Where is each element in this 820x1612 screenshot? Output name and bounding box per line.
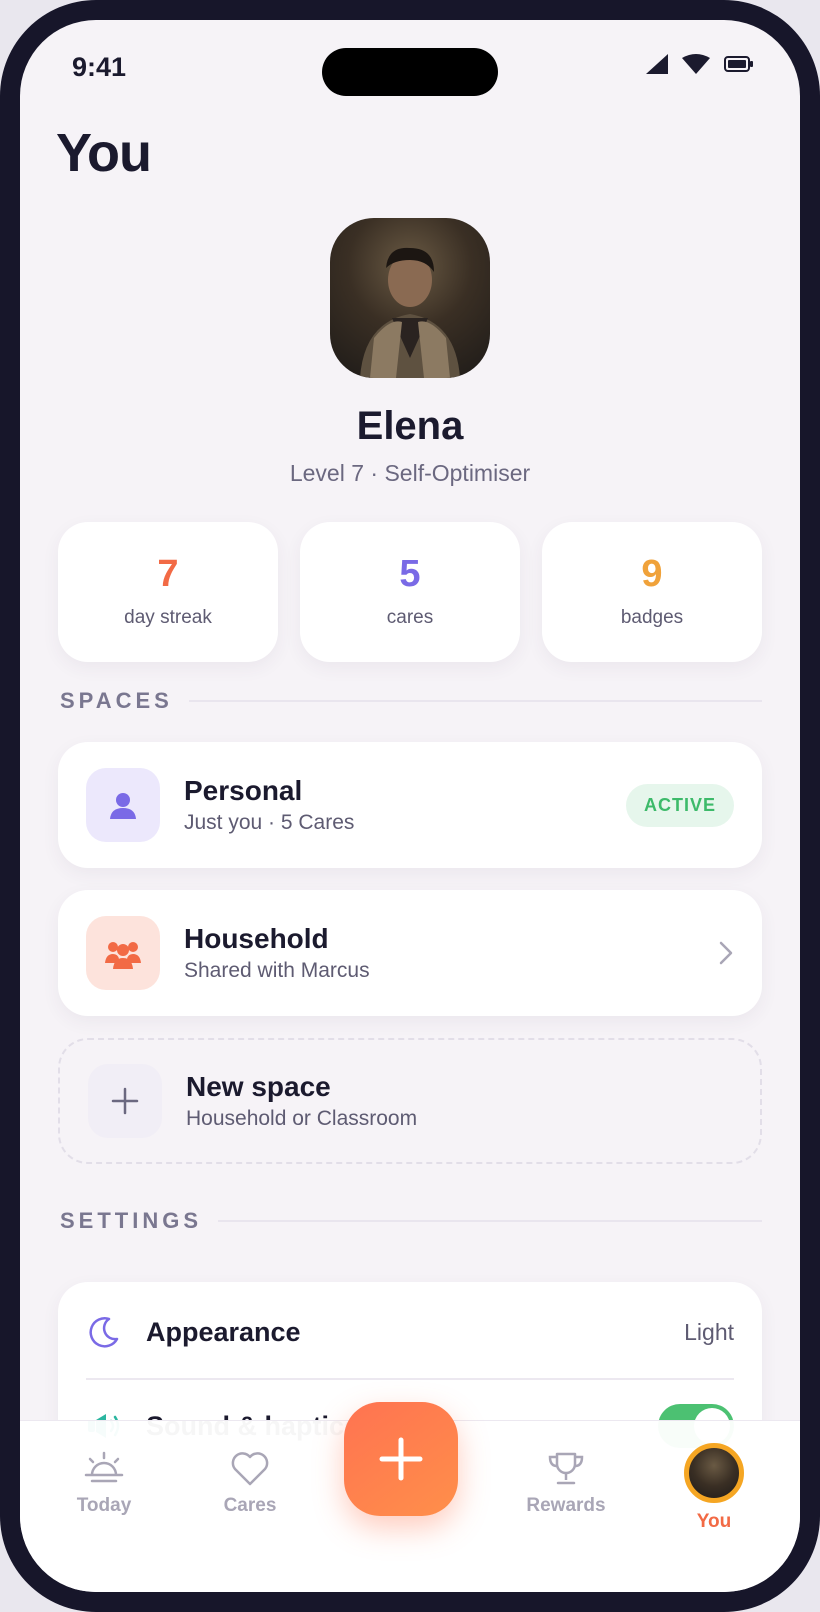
wifi-icon (682, 54, 710, 74)
chevron-right-icon (719, 941, 733, 965)
stat-label: day streak (124, 607, 212, 628)
space-title: Household (184, 923, 329, 954)
battery-icon (724, 56, 753, 72)
dynamic-island (322, 48, 498, 96)
trophy-icon (548, 1452, 584, 1485)
tab-rewards[interactable]: Rewards (506, 1451, 626, 1517)
settings-heading: SETTINGS (60, 1208, 762, 1234)
stat-label: badges (620, 607, 684, 628)
setting-appearance[interactable]: Appearance Light (86, 1314, 734, 1350)
person-icon (86, 768, 160, 842)
stat-value: 5 (399, 553, 421, 595)
profile-name: Elena (356, 404, 464, 448)
stat-badges[interactable]: 9 badges (542, 522, 762, 662)
group-icon (86, 916, 160, 990)
spaces-heading: SPACES (60, 688, 762, 714)
avatar-portrait (360, 247, 460, 378)
plus-icon (379, 1437, 423, 1481)
setting-label: Appearance (146, 1316, 301, 1347)
avatar (684, 1443, 744, 1503)
device-frame: 9:41 You Elena Level 7 · Self-Optimiser … (0, 0, 820, 1612)
screen: 9:41 You Elena Level 7 · Self-Optimiser … (20, 20, 800, 1592)
tab-cares[interactable]: Cares (190, 1451, 310, 1517)
tab-you[interactable]: You (654, 1443, 774, 1533)
tab-today[interactable]: Today (44, 1451, 164, 1517)
space-subtitle: Household or Classroom (186, 1107, 418, 1130)
divider (218, 1220, 762, 1222)
stat-value: 7 (157, 553, 179, 595)
sunrise-icon (84, 1451, 124, 1483)
space-household[interactable]: Household Shared with Marcus (58, 890, 762, 1016)
profile-level: Level 7 · Self-Optimiser (289, 460, 531, 486)
tab-label: Rewards (526, 1495, 606, 1516)
space-personal[interactable]: Personal Just you · 5 Cares ACTIVE (58, 742, 762, 868)
stat-value: 9 (641, 553, 663, 595)
add-button[interactable] (344, 1402, 458, 1516)
divider (86, 1378, 734, 1380)
space-title: Personal (184, 775, 303, 806)
status-icons (646, 54, 754, 74)
tab-label: You (696, 1511, 732, 1532)
new-space-button[interactable]: New space Household or Classroom (58, 1038, 762, 1164)
space-subtitle: Shared with Marcus (184, 959, 370, 982)
signal-icon (646, 54, 668, 74)
active-badge: ACTIVE (625, 783, 734, 827)
space-title: New space (186, 1071, 331, 1102)
moon-icon (86, 1314, 122, 1350)
profile-avatar[interactable] (330, 218, 490, 378)
heart-icon (231, 1452, 269, 1486)
status-time: 9:41 (72, 52, 127, 82)
section-title: SPACES (60, 688, 173, 713)
section-title: SETTINGS (60, 1208, 203, 1233)
stat-cares[interactable]: 5 cares (300, 522, 520, 662)
tab-label: Today (76, 1495, 132, 1516)
plus-icon (88, 1064, 162, 1138)
divider (188, 700, 762, 702)
setting-value: Light (684, 1318, 734, 1345)
tab-label: Cares (223, 1495, 277, 1516)
space-subtitle: Just you · 5 Cares (184, 811, 355, 834)
stat-label: cares (386, 607, 434, 628)
stats-row: 7 day streak 5 cares 9 badges (58, 522, 762, 662)
stat-streak[interactable]: 7 day streak (58, 522, 278, 662)
page-title: You (56, 123, 152, 183)
